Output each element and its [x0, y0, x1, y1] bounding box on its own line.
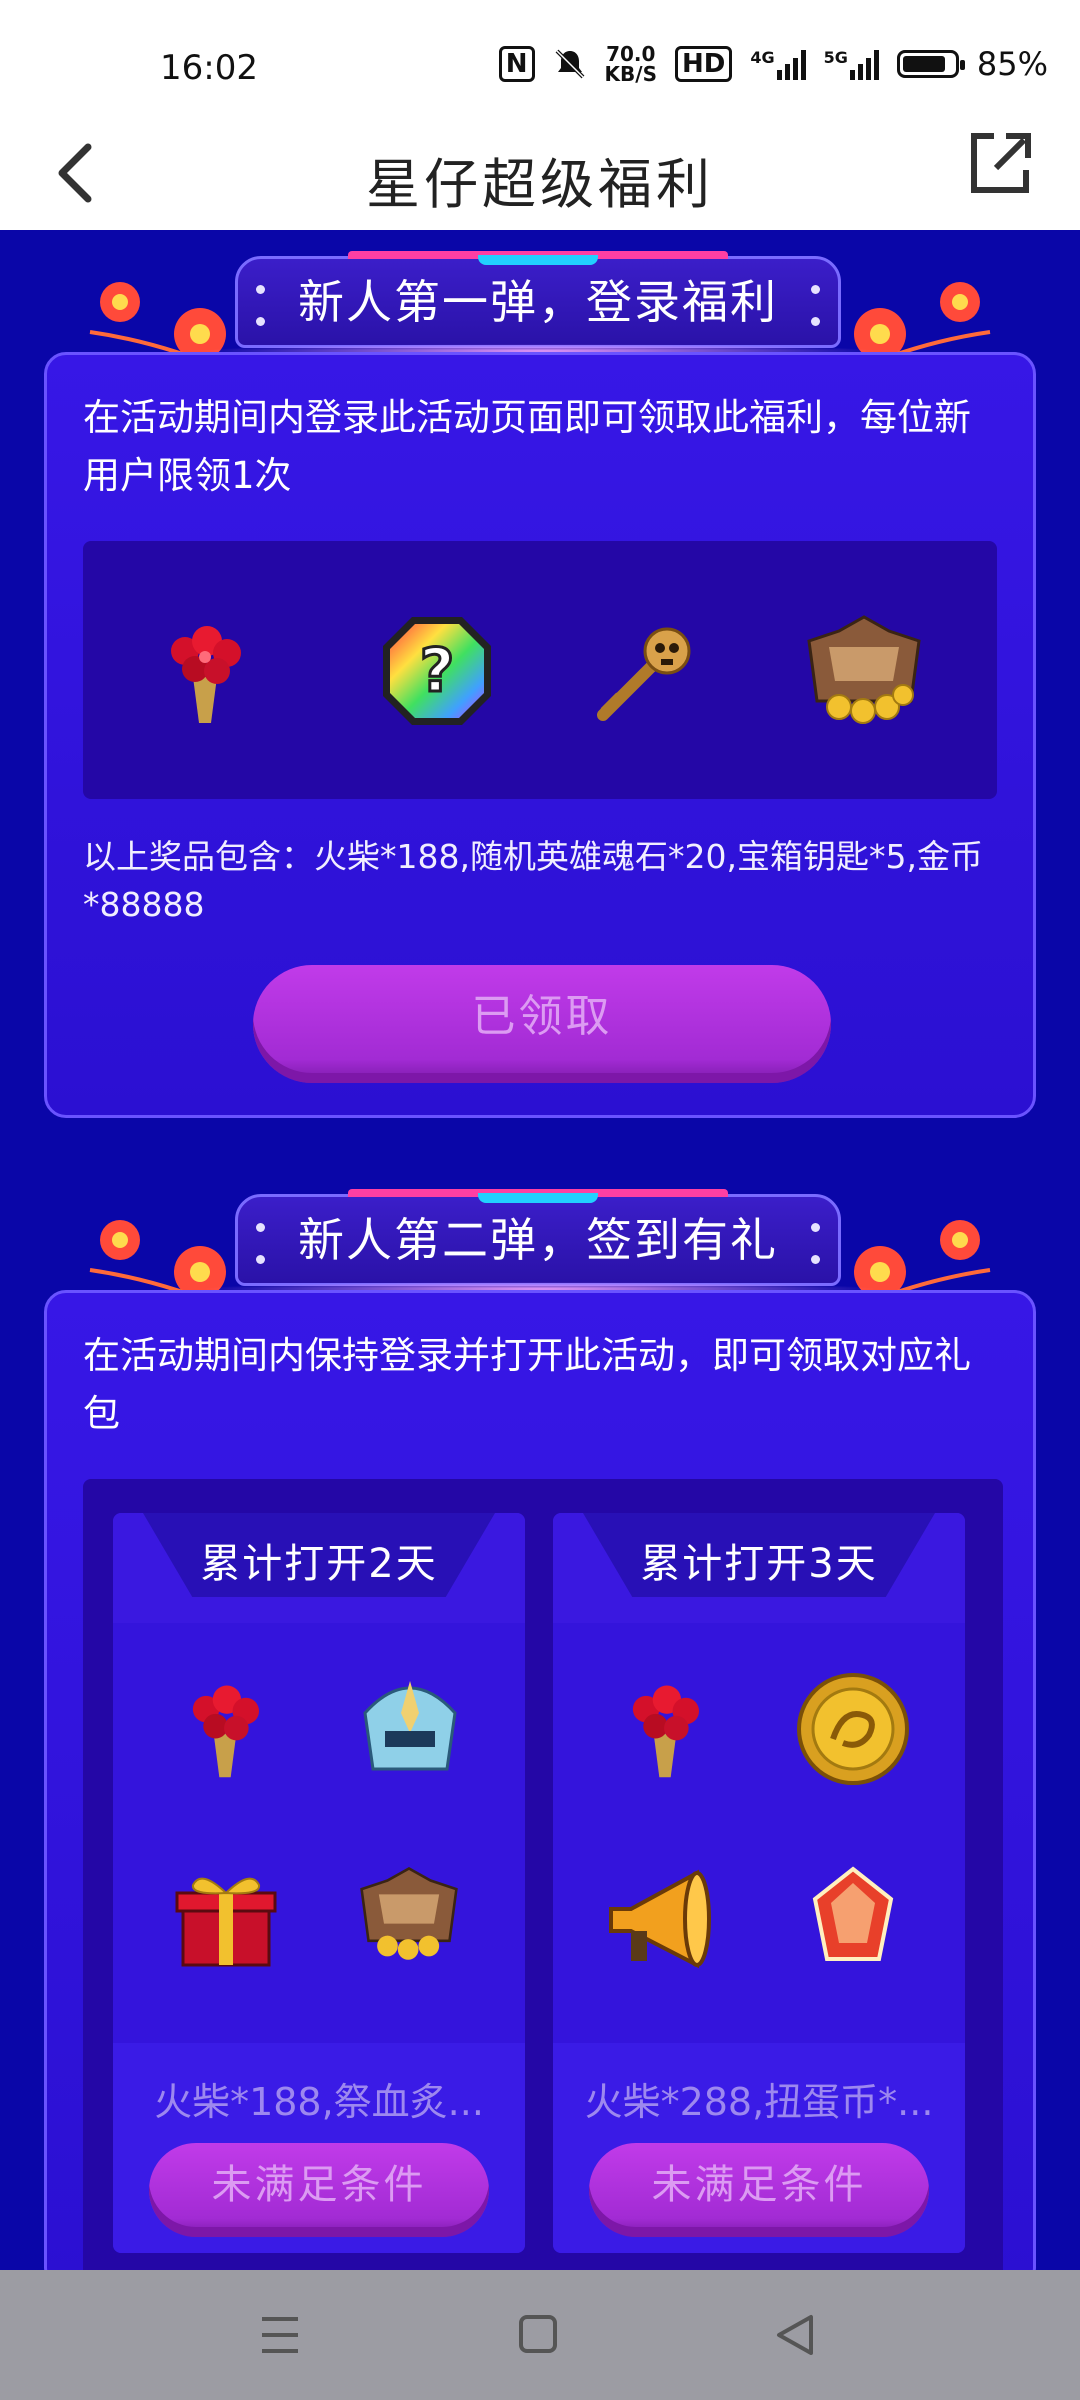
login-welfare-description: 在活动期间内登录此活动页面即可领取此福利，每位新用户限领1次 — [83, 396, 971, 497]
home-icon — [519, 2315, 557, 2353]
day2-title: 累计打开2天 — [200, 1541, 438, 1587]
status-bar: 16:02 N 70.0 KB/S HD 4G 5G 85% — [0, 0, 1080, 120]
network-speed-unit: KB/S — [604, 62, 657, 86]
chest-key-icon — [597, 627, 691, 721]
day2-footer: 火柴*188,祭血炙... 未满足条件 — [113, 2043, 525, 2253]
day2-header: 累计打开2天 — [113, 1513, 525, 1623]
nfc-icon: N — [498, 46, 535, 82]
share-button[interactable] — [950, 110, 1040, 230]
menu-icon — [262, 2317, 298, 2353]
section2-banner-plate: 新人第二弹，签到有礼 — [235, 1189, 841, 1286]
battery-percent: 85% — [976, 45, 1048, 83]
prize-note: 以上奖品包含：火柴*188,随机英雄魂石*20,宝箱钥匙*5,金币*88888 — [83, 837, 983, 924]
section1-banner: 新人第一弹，登录福利 — [0, 248, 1080, 372]
gift-box-icon — [175, 1877, 277, 1967]
signal-bars-icon — [776, 48, 806, 80]
day3-footer: 火柴*288,扭蛋币*... 未满足条件 — [553, 2043, 965, 2253]
section2-banner: 新人第二弹，签到有礼 — [0, 1186, 1080, 1310]
day3-claim-button[interactable]: 未满足条件 — [589, 2143, 929, 2237]
status-time: 16:02 — [160, 48, 258, 88]
day2-items — [113, 1623, 525, 2043]
network-speed-value: 70.0 — [606, 42, 656, 66]
day2-card: 累计打开2天 火柴*188,祭血炙... 未满足条件 — [113, 1513, 525, 2253]
page-title: 星仔超级福利 — [366, 153, 714, 216]
prize-panel: ? — [83, 541, 997, 799]
signal-4g-label: 4G — [750, 48, 775, 67]
signal-5g-label: 5G — [823, 48, 848, 67]
flower-bouquet-icon — [632, 1685, 700, 1778]
day3-title: 累计打开3天 — [640, 1541, 878, 1587]
gold-coin-chest-icon — [807, 615, 921, 724]
battery-level — [902, 56, 946, 72]
signal-5g: 5G — [824, 48, 879, 80]
section2-title: 新人第二弹，签到有礼 — [298, 1213, 778, 1267]
battery-icon — [896, 50, 965, 78]
day3-card: 累计打开3天 火柴*288,扭蛋币*... 未满足条件 — [553, 1513, 965, 2253]
back-triangle-icon — [777, 2315, 813, 2355]
day2-reward-note: 火柴*188,祭血炙... — [154, 2080, 484, 2124]
flower-bouquet-icon — [171, 626, 241, 723]
status-icons: N 70.0 KB/S HD 4G 5G 85% — [498, 44, 1048, 84]
day3-items — [553, 1623, 965, 2043]
login-welfare-card: 在活动期间内登录此活动页面即可领取此福利，每位新用户限领1次 ? 以上奖品包含：… — [44, 352, 1036, 1118]
title-bar: 星仔超级福利 — [0, 110, 1080, 230]
flower-bouquet-icon — [192, 1685, 260, 1778]
signin-panel: 累计打开2天 火柴*188,祭血炙... 未满足条件 累计打开3天 火柴*288… — [83, 1479, 1003, 2309]
claim-button[interactable]: 已领取 — [253, 965, 831, 1083]
recent-apps-button[interactable] — [230, 2295, 330, 2375]
signal-4g: 4G — [750, 48, 806, 80]
crystal-gem-icon — [812, 1866, 894, 1961]
share-icon — [971, 133, 1031, 193]
section1-banner-plate: 新人第一弹，登录福利 — [235, 251, 841, 348]
helmet-skin-icon — [363, 1681, 457, 1771]
svg-text:?: ? — [420, 636, 455, 706]
day3-header: 累计打开3天 — [553, 1513, 965, 1623]
network-speed: 70.0 KB/S — [605, 44, 657, 84]
day3-reward-note: 火柴*288,扭蛋币*... — [584, 2080, 934, 2124]
bell-muted-icon — [555, 49, 584, 79]
gacha-coin-icon — [797, 1673, 909, 1785]
day2-claim-button[interactable]: 未满足条件 — [149, 2143, 489, 2237]
system-nav-bar — [0, 2270, 1080, 2400]
gold-coin-chest-icon — [360, 1866, 458, 1960]
section1-title: 新人第一弹，登录福利 — [298, 275, 778, 329]
system-back-button[interactable] — [745, 2295, 845, 2375]
signal-bars-icon — [849, 48, 879, 80]
random-hero-soulstone-icon: ? — [383, 617, 491, 725]
hd-icon: HD — [675, 46, 733, 82]
home-button[interactable] — [488, 2295, 588, 2375]
signin-description: 在活动期间内保持登录并打开此活动，即可领取对应礼包 — [83, 1334, 971, 1435]
megaphone-icon — [609, 1869, 711, 1969]
signin-gift-card: 在活动期间内保持登录并打开此活动，即可领取对应礼包 累计打开2天 火柴*188,… — [44, 1290, 1036, 2309]
